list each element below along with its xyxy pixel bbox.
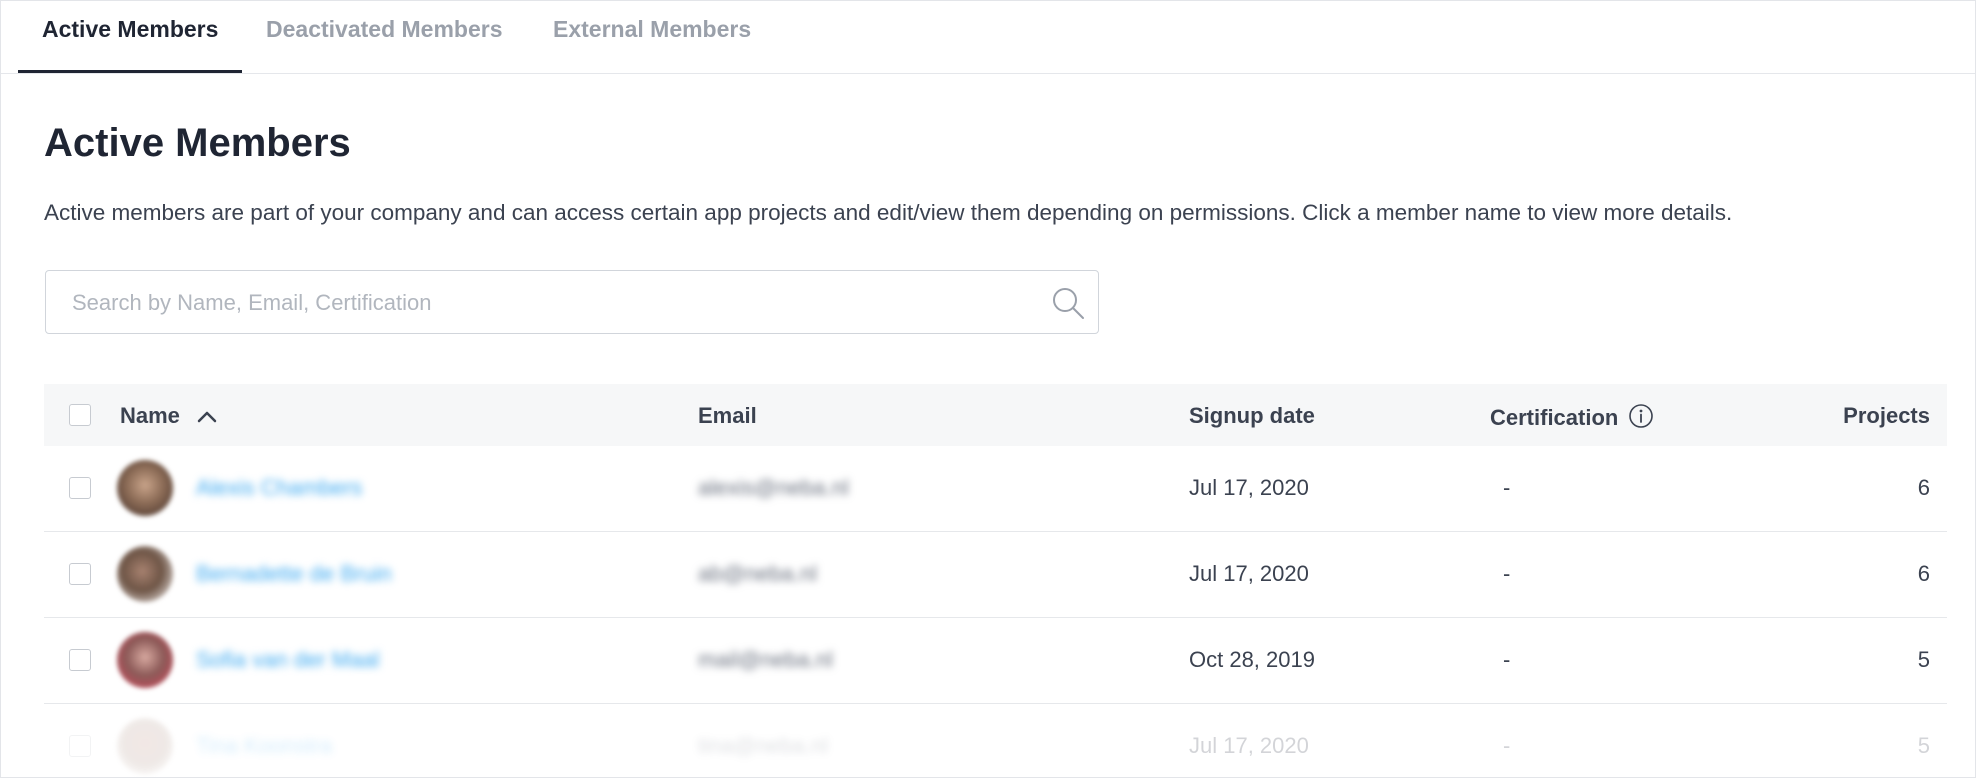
- column-header-name[interactable]: Name: [120, 403, 218, 430]
- signup-date: Jul 17, 2020: [1189, 561, 1309, 586]
- member-email: alexis@neba.nl: [698, 475, 849, 500]
- column-header-projects[interactable]: Projects: [1843, 403, 1930, 429]
- projects-count: 6: [1917, 561, 1930, 586]
- page-description: Active members are part of your company …: [44, 200, 1733, 225]
- column-header-email[interactable]: Email: [698, 403, 757, 429]
- member-name-link[interactable]: Bernadette de Bruin: [196, 561, 392, 587]
- members-page: Active Members Deactivated Members Exter…: [0, 0, 1976, 778]
- certification-value: -: [1503, 475, 1511, 500]
- avatar: [117, 546, 173, 602]
- avatar: [117, 460, 173, 516]
- column-header-signup-date[interactable]: Signup date: [1189, 403, 1315, 429]
- search-input[interactable]: [70, 271, 1024, 334]
- projects-count: 5: [1917, 647, 1930, 672]
- row-checkbox[interactable]: [69, 735, 91, 757]
- projects-count: 5: [1917, 733, 1930, 758]
- member-email: tina@neba.nl: [698, 733, 828, 758]
- info-icon[interactable]: [1628, 403, 1654, 435]
- member-name-link[interactable]: Sofia van der Maal: [196, 647, 379, 673]
- table-row[interactable]: Alexis Chambers alexis@neba.nl Jul 17, 2…: [44, 446, 1947, 532]
- member-name-link[interactable]: Tina Koonstra: [196, 733, 332, 759]
- member-email: ab@neba.nl: [698, 561, 817, 586]
- search-icon[interactable]: [1050, 285, 1086, 321]
- table-row[interactable]: Sofia van der Maal mail@neba.nl Oct 28, …: [44, 618, 1947, 704]
- column-header-certification-label: Certification: [1490, 404, 1619, 430]
- column-header-certification[interactable]: Certification: [1490, 403, 1654, 435]
- page-title: Active Members: [44, 121, 351, 165]
- avatar: [117, 718, 173, 774]
- certification-value: -: [1503, 733, 1511, 758]
- members-table: Name Email Signup date Certification Pro…: [44, 384, 1947, 777]
- table-row[interactable]: Tina Koonstra tina@neba.nl Jul 17, 2020 …: [44, 704, 1947, 777]
- certification-value: -: [1503, 561, 1511, 586]
- certification-value: -: [1503, 647, 1511, 672]
- select-all-checkbox[interactable]: [69, 404, 91, 426]
- row-checkbox[interactable]: [69, 649, 91, 671]
- tab-active-members[interactable]: Active Members: [18, 1, 242, 73]
- table-header: Name Email Signup date Certification Pro…: [44, 384, 1947, 446]
- projects-count: 6: [1917, 475, 1930, 500]
- row-checkbox[interactable]: [69, 563, 91, 585]
- tab-external-members[interactable]: External Members: [553, 1, 751, 73]
- chevron-up-icon[interactable]: [196, 404, 218, 430]
- signup-date: Oct 28, 2019: [1189, 647, 1315, 672]
- table-row[interactable]: Bernadette de Bruin ab@neba.nl Jul 17, 2…: [44, 532, 1947, 618]
- tab-deactivated-members[interactable]: Deactivated Members: [266, 1, 503, 73]
- member-name-link[interactable]: Alexis Chambers: [196, 475, 362, 501]
- signup-date: Jul 17, 2020: [1189, 475, 1309, 500]
- members-tabs: Active Members Deactivated Members Exter…: [1, 1, 1975, 74]
- member-email: mail@neba.nl: [698, 647, 833, 672]
- avatar: [117, 632, 173, 688]
- row-checkbox[interactable]: [69, 477, 91, 499]
- column-header-name-label: Name: [120, 403, 180, 428]
- signup-date: Jul 17, 2020: [1189, 733, 1309, 758]
- search-box: [45, 270, 1099, 334]
